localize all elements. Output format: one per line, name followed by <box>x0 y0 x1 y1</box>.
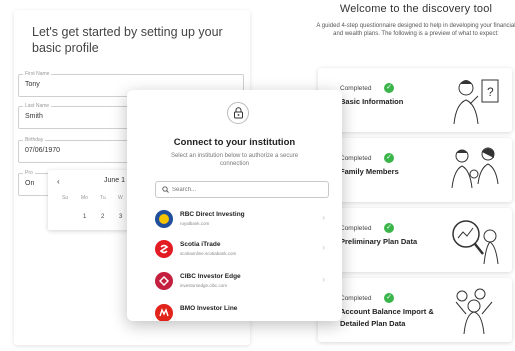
modal-title: Connect to your institution <box>173 137 296 148</box>
institution-search[interactable] <box>155 181 329 198</box>
check-circle-icon: ✓ <box>384 293 394 303</box>
lock-icon <box>227 102 249 124</box>
step-status: Completed <box>340 155 372 162</box>
chevron-right-icon: › <box>322 213 325 222</box>
step-card-account-balance-import: Completed ✓ Account Balance Import & Det… <box>318 278 512 342</box>
bmo-logo-icon <box>155 304 173 321</box>
chevron-left-icon[interactable]: ‹ <box>57 177 60 186</box>
rbc-logo-icon <box>155 210 173 228</box>
chevron-right-icon: › <box>322 275 325 284</box>
step-name: Preliminary Plan Data <box>340 237 418 246</box>
search-input[interactable] <box>172 185 322 195</box>
step-status: Completed <box>340 85 372 92</box>
institution-row-cibc[interactable]: CIBC Investor Edge investorsedge.cibc.co… <box>155 270 329 296</box>
check-circle-icon: ✓ <box>384 223 394 233</box>
profile-title: Let's get started by setting up your bas… <box>32 25 223 55</box>
step-card-family-members: Completed ✓ Family Members <box>318 138 512 202</box>
birthday-value: 07/06/1970 <box>25 147 61 154</box>
app-stage: Let's get started by setting up your bas… <box>0 0 515 351</box>
institution-row-bmo[interactable]: BMO Investor Line <box>155 302 329 321</box>
institution-url: investorsedge.cibc.com <box>180 283 228 288</box>
step-card-preliminary-plan-data: Completed ✓ Preliminary Plan Data <box>318 208 512 272</box>
day-cell[interactable]: 3 <box>119 214 122 220</box>
institution-url: royalbank.com <box>180 221 210 226</box>
institution-row-scotia[interactable]: Scotia iTrade scotiaonline.scotiabank.co… <box>155 238 329 264</box>
family-illustration <box>451 147 499 189</box>
connect-institution-modal: Connect to your institution Select an in… <box>127 90 342 321</box>
datepicker-month: June 1 <box>104 177 126 184</box>
province-label: Pro <box>23 170 35 176</box>
person-thinking-illustration: ? <box>453 79 499 125</box>
first-name-value: Tony <box>25 81 40 88</box>
modal-subtitle: Select an institution below to authorize… <box>170 153 299 167</box>
step-card-basic-information: Completed ✓ Basic Information ? <box>318 68 512 132</box>
weekday-label: Su <box>62 195 69 201</box>
institution-row-rbc[interactable]: RBC Direct Investing royalbank.com › <box>155 208 329 234</box>
institution-name: Scotia iTrade <box>180 241 221 248</box>
institution-url: scotiaonline.scotiabank.com <box>180 251 237 256</box>
weekday-label: Mo <box>81 195 88 201</box>
institution-name: CIBC Investor Edge <box>180 273 241 280</box>
check-circle-icon: ✓ <box>384 83 394 93</box>
magnifier-chart-illustration <box>452 220 499 265</box>
cibc-logo-icon <box>155 272 173 290</box>
person-with-coins-illustration <box>455 288 493 335</box>
discovery-title: Welcome to the discovery tool <box>339 3 493 15</box>
step-name: Basic Information <box>340 97 404 106</box>
institution-name: RBC Direct Investing <box>180 211 245 218</box>
svg-text:?: ? <box>487 85 494 99</box>
step-status: Completed <box>340 225 372 232</box>
step-status: Completed <box>340 295 372 302</box>
institution-name: BMO Investor Line <box>180 305 238 312</box>
step-name: Family Members <box>340 167 399 176</box>
province-value: On <box>25 180 35 187</box>
chevron-right-icon: › <box>322 243 325 252</box>
check-circle-icon: ✓ <box>384 153 394 163</box>
day-cell[interactable]: 1 <box>83 214 86 220</box>
first-name-label: First Name <box>23 71 52 77</box>
discovery-description: A guided 4-step questionnaire designed t… <box>316 23 515 38</box>
day-cell[interactable]: 2 <box>101 214 104 220</box>
last-name-label: Last Name <box>23 103 52 109</box>
step-name: Account Balance Import & Detailed Plan D… <box>340 307 434 328</box>
weekday-label: W <box>118 195 123 201</box>
weekday-label: Tu <box>100 195 106 201</box>
search-icon <box>162 186 169 193</box>
birthday-label: Birthday <box>23 137 46 143</box>
scotiabank-logo-icon <box>155 240 173 258</box>
last-name-value: Smith <box>25 113 43 120</box>
